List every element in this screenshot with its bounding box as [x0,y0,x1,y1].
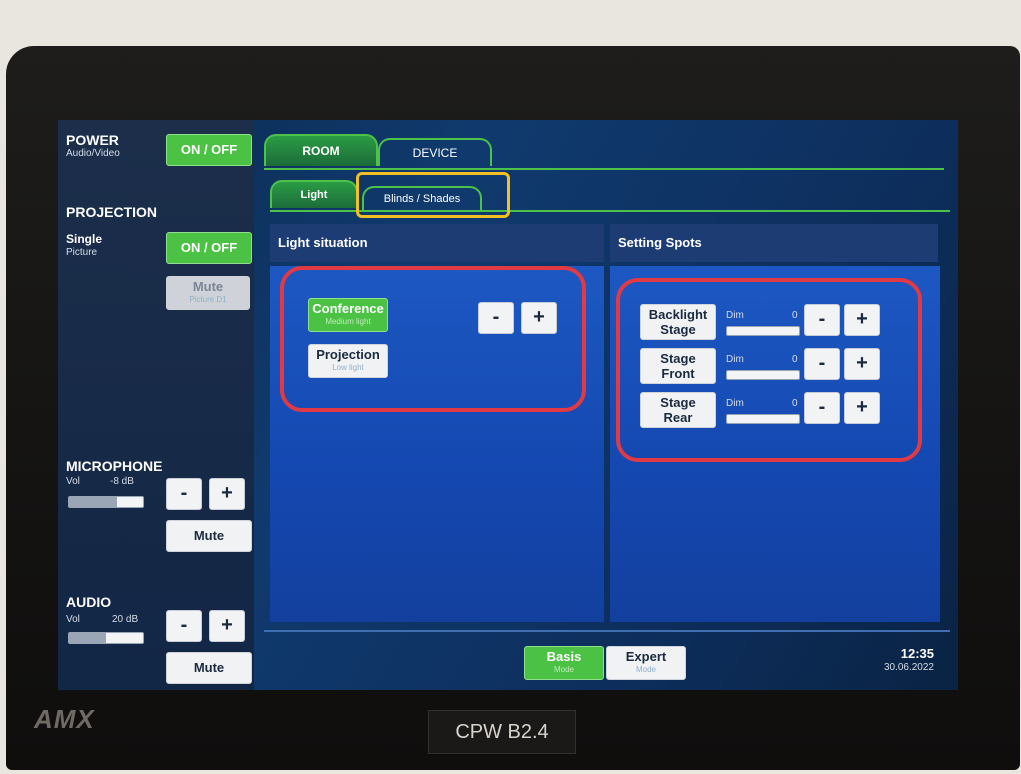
microphone-minus-button[interactable]: - [166,478,202,510]
tab-device[interactable]: DEVICE [378,138,492,166]
tab-room[interactable]: ROOM [264,134,378,166]
main-tab-underline [264,168,944,170]
blinds-highlight-annotation [356,172,510,218]
projection-mute-label: Mute [192,279,224,294]
basis-mode-sub: Mode [553,665,574,674]
microphone-mute-button[interactable]: Mute [166,520,252,552]
microphone-level-bar [68,496,144,508]
projection-mode-sub: Picture [66,247,98,258]
audio-level-bar [68,632,144,644]
microphone-title: MICROPHONE [66,458,163,474]
setting-spots-highlight-annotation [616,278,922,462]
microphone-vol-value: -8 dB [110,476,134,487]
microphone-plus-button[interactable]: + [209,478,245,510]
room-label: CPW B2.4 [428,710,576,754]
basis-mode-label: Basis [546,649,582,664]
light-situation-header: Light situation [270,224,604,262]
light-situation-highlight-annotation [280,266,586,412]
projection-onoff-button[interactable]: ON / OFF [166,232,252,264]
audio-title: AUDIO [66,594,112,610]
projection-title: PROJECTION [66,204,158,220]
power-title: POWER [66,132,119,148]
audio-minus-button[interactable]: - [166,610,202,642]
setting-spots-header: Setting Spots [610,224,938,262]
projection-mute-sub: Picture D1 [189,295,227,304]
audio-vol-value: 20 dB [112,614,139,625]
projection-mode-label: Single [66,232,103,246]
basis-mode-button[interactable]: Basis Mode [524,646,604,680]
expert-mode-sub: Mode [635,665,656,674]
power-onoff-button[interactable]: ON / OFF [166,134,252,166]
tab-light[interactable]: Light [270,180,358,208]
audio-mute-button[interactable]: Mute [166,652,252,684]
audio-vol-label: Vol [66,614,80,625]
expert-mode-button[interactable]: Expert Mode [606,646,686,680]
brand-logo: AMX [34,704,95,734]
power-subtitle: Audio/Video [66,148,120,159]
left-control-column: POWER Audio/Video ON / OFF PROJECTION Si… [58,120,254,690]
expert-mode-label: Expert [625,649,667,664]
microphone-vol-label: Vol [66,476,80,487]
clock-time: 12:35 [900,646,934,661]
clock-date: 30.06.2022 [883,662,934,673]
projection-mute-button[interactable]: Mute Picture D1 [166,276,250,310]
audio-plus-button[interactable]: + [209,610,245,642]
screen: POWER Audio/Video ON / OFF PROJECTION Si… [58,120,958,690]
bottom-divider [264,630,950,632]
